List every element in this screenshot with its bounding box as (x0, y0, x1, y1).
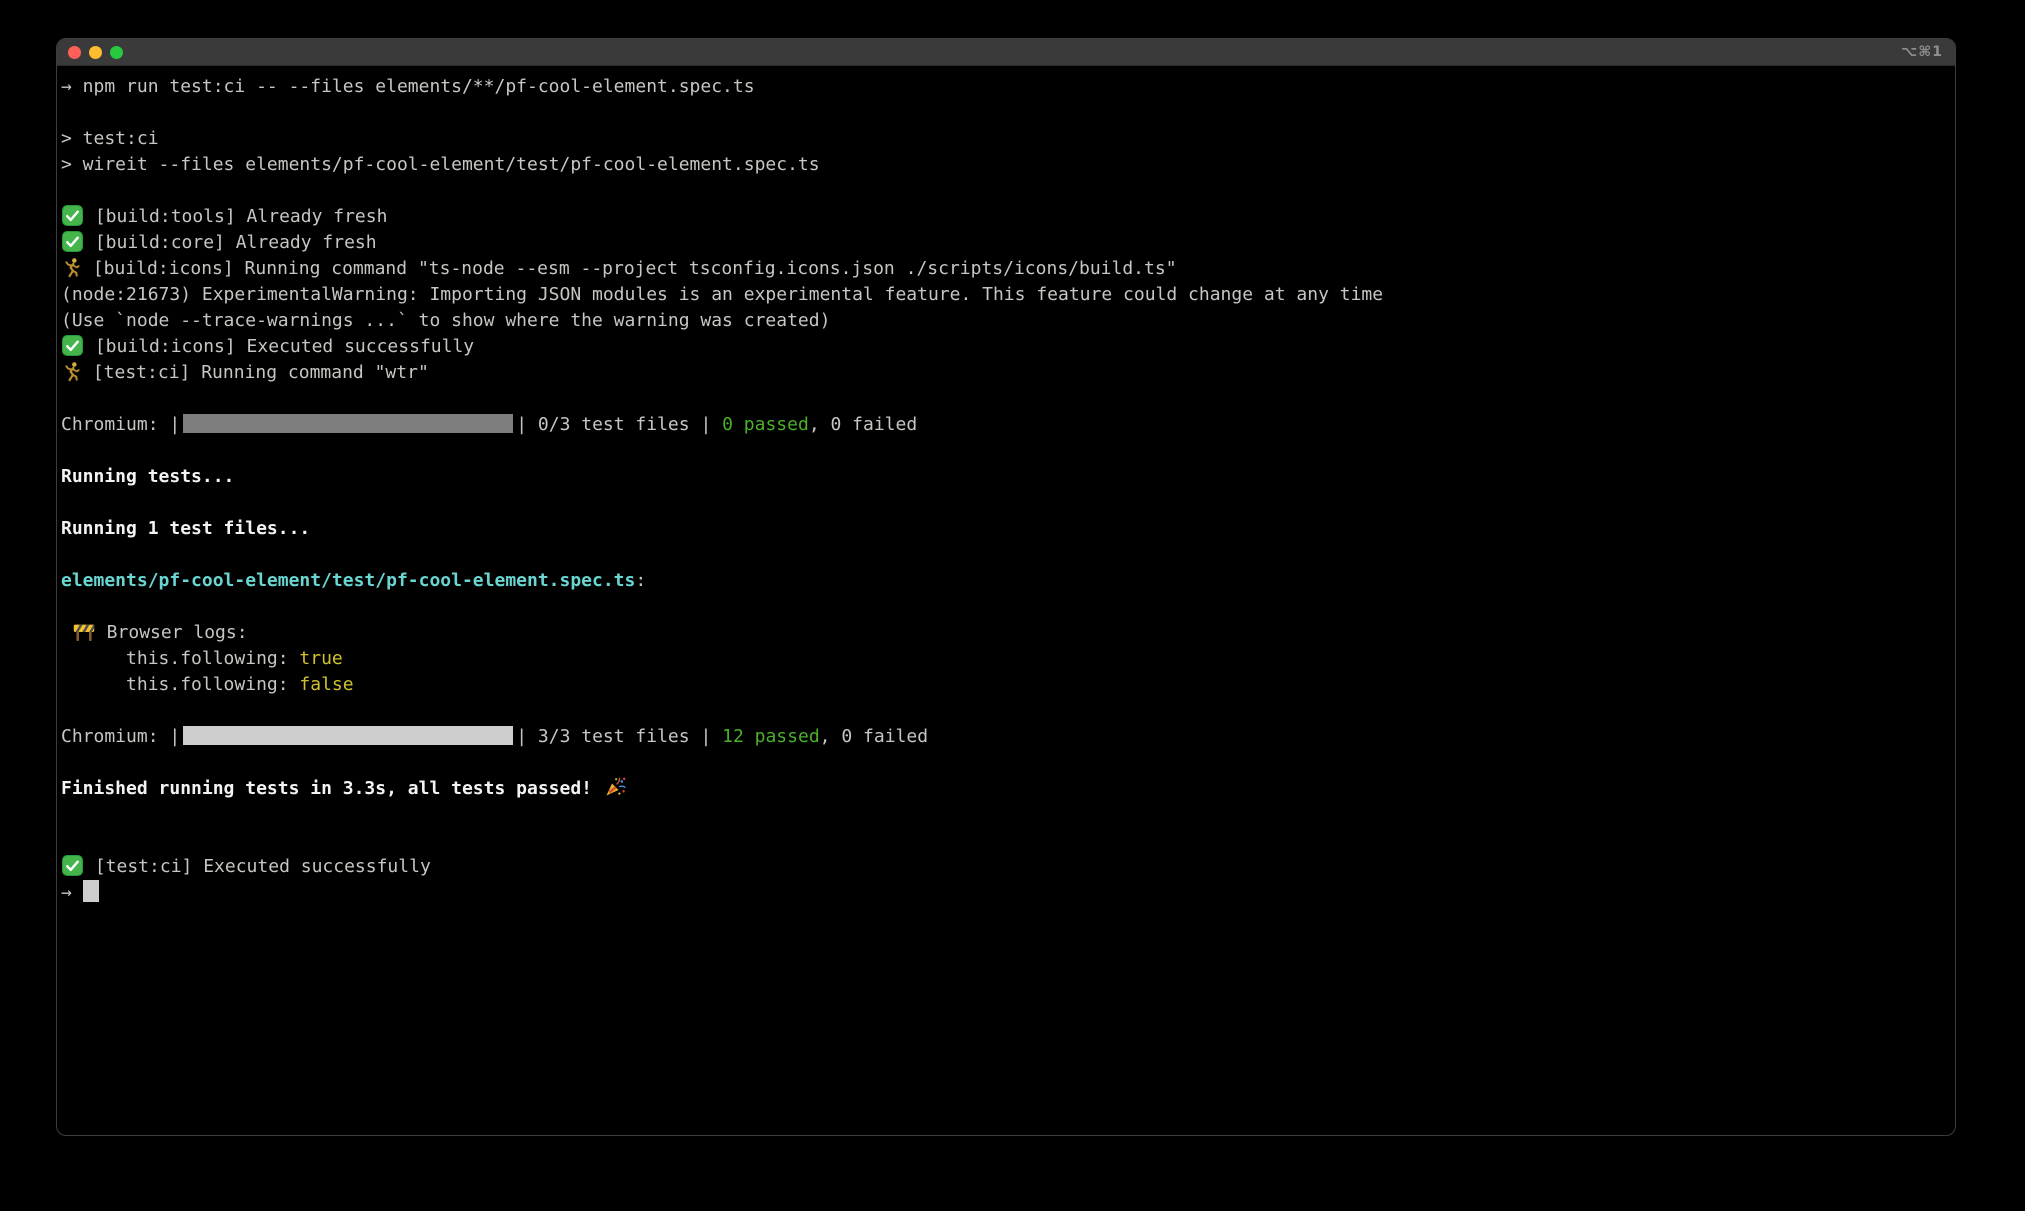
text-segment: Running tests... (61, 466, 234, 487)
text-segment: Running 1 test files... (61, 518, 310, 539)
text-segment: false (299, 674, 353, 695)
terminal-line: this.following: false (61, 672, 1947, 698)
text-segment: : (635, 570, 646, 591)
text-segment: [build:icons] Executed successfully (84, 336, 474, 357)
terminal-line: [test:ci] Executed successfully (61, 854, 1947, 880)
text-segment: [test:ci] Running command "wtr" (82, 362, 429, 383)
terminal-line (61, 438, 1947, 464)
text-segment: this.following: (61, 648, 299, 669)
terminal-cursor (83, 880, 99, 902)
terminal-line: Running 1 test files... (61, 516, 1947, 542)
text-segment: > wireit --files elements/pf-cool-elemen… (61, 154, 820, 175)
terminal-line: [test:ci] Running command "wtr" (61, 360, 1947, 386)
terminal-line: > test:ci (61, 126, 1947, 152)
terminal-line: [build:icons] Running command "ts-node -… (61, 256, 1947, 282)
terminal-output[interactable]: → npm run test:ci -- --files elements/**… (57, 66, 1955, 906)
terminal-line: → npm run test:ci -- --files elements/**… (61, 74, 1947, 100)
text-segment: Browser logs: (96, 622, 248, 643)
terminal-line: > wireit --files elements/pf-cool-elemen… (61, 152, 1947, 178)
text-segment: elements/pf-cool-element/test/pf-cool-el… (61, 570, 635, 591)
traffic-lights (68, 46, 123, 59)
terminal-line: [build:core] Already fresh (61, 230, 1947, 256)
window-shortcut-badge: ⌥⌘1 (1901, 44, 1943, 60)
terminal-line (61, 802, 1947, 828)
terminal-line (61, 490, 1947, 516)
text-segment: [build:icons] Running command "ts-node -… (82, 258, 1177, 279)
terminal-line: Chromium: | | 0/3 test files | 0 passed, … (61, 412, 1947, 438)
terminal-line (61, 698, 1947, 724)
terminal-line (61, 386, 1947, 412)
text-segment: Chromium: | (61, 726, 180, 747)
runner-icon (62, 257, 81, 278)
desktop-background: ⌥⌘1 → npm run test:ci -- --files element… (0, 0, 2025, 1211)
terminal-line (61, 178, 1947, 204)
text-segment: true (299, 648, 342, 669)
minimize-button[interactable] (89, 46, 102, 59)
text-segment: , 0 failed (809, 414, 917, 435)
check-icon (62, 205, 83, 226)
terminal-line: (node:21673) ExperimentalWarning: Import… (61, 282, 1947, 308)
runner-icon (62, 361, 81, 382)
text-segment: | 0/3 test files | (516, 414, 722, 435)
terminal-line: Chromium: | | 3/3 test files | 12 passed,… (61, 724, 1947, 750)
terminal-line: [build:icons] Executed successfully (61, 334, 1947, 360)
text-segment (61, 622, 72, 643)
check-icon (62, 855, 83, 876)
progress-bar (183, 726, 513, 745)
text-segment: [test:ci] Executed successfully (84, 856, 431, 877)
text-segment: (Use `node --trace-warnings ...` to show… (61, 310, 830, 331)
terminal-line: this.following: true (61, 646, 1947, 672)
text-segment: [build:core] Already fresh (84, 232, 377, 253)
terminal-line (61, 100, 1947, 126)
construction-icon (73, 622, 95, 642)
check-icon (62, 335, 83, 356)
text-segment: Finished running tests in 3.3s, all test… (61, 778, 603, 799)
text-segment: Chromium: | (61, 414, 180, 435)
terminal-window: ⌥⌘1 → npm run test:ci -- --files element… (56, 38, 1956, 1136)
terminal-line (61, 828, 1947, 854)
terminal-line (61, 594, 1947, 620)
text-segment: → (61, 882, 83, 903)
check-icon (62, 231, 83, 252)
text-segment: this.following: (61, 674, 299, 695)
terminal-line: [build:tools] Already fresh (61, 204, 1947, 230)
text-segment: (node:21673) ExperimentalWarning: Import… (61, 284, 1383, 305)
text-segment: | 3/3 test files | (516, 726, 722, 747)
terminal-line: (Use `node --trace-warnings ...` to show… (61, 308, 1947, 334)
text-segment: > test:ci (61, 128, 159, 149)
text-segment: , 0 failed (820, 726, 928, 747)
terminal-line: Browser logs: (61, 620, 1947, 646)
text-segment: → npm run test:ci -- --files elements/**… (61, 76, 755, 97)
terminal-line (61, 542, 1947, 568)
close-button[interactable] (68, 46, 81, 59)
progress-bar (183, 414, 513, 433)
zoom-button[interactable] (110, 46, 123, 59)
terminal-line: Running tests... (61, 464, 1947, 490)
terminal-line: → (61, 880, 1947, 906)
terminal-line: elements/pf-cool-element/test/pf-cool-el… (61, 568, 1947, 594)
party-icon (604, 776, 626, 798)
text-segment: 0 passed (722, 414, 809, 435)
text-segment: 12 passed (722, 726, 820, 747)
text-segment: [build:tools] Already fresh (84, 206, 387, 227)
titlebar[interactable]: ⌥⌘1 (57, 39, 1955, 66)
terminal-line: Finished running tests in 3.3s, all test… (61, 776, 1947, 802)
terminal-line (61, 750, 1947, 776)
